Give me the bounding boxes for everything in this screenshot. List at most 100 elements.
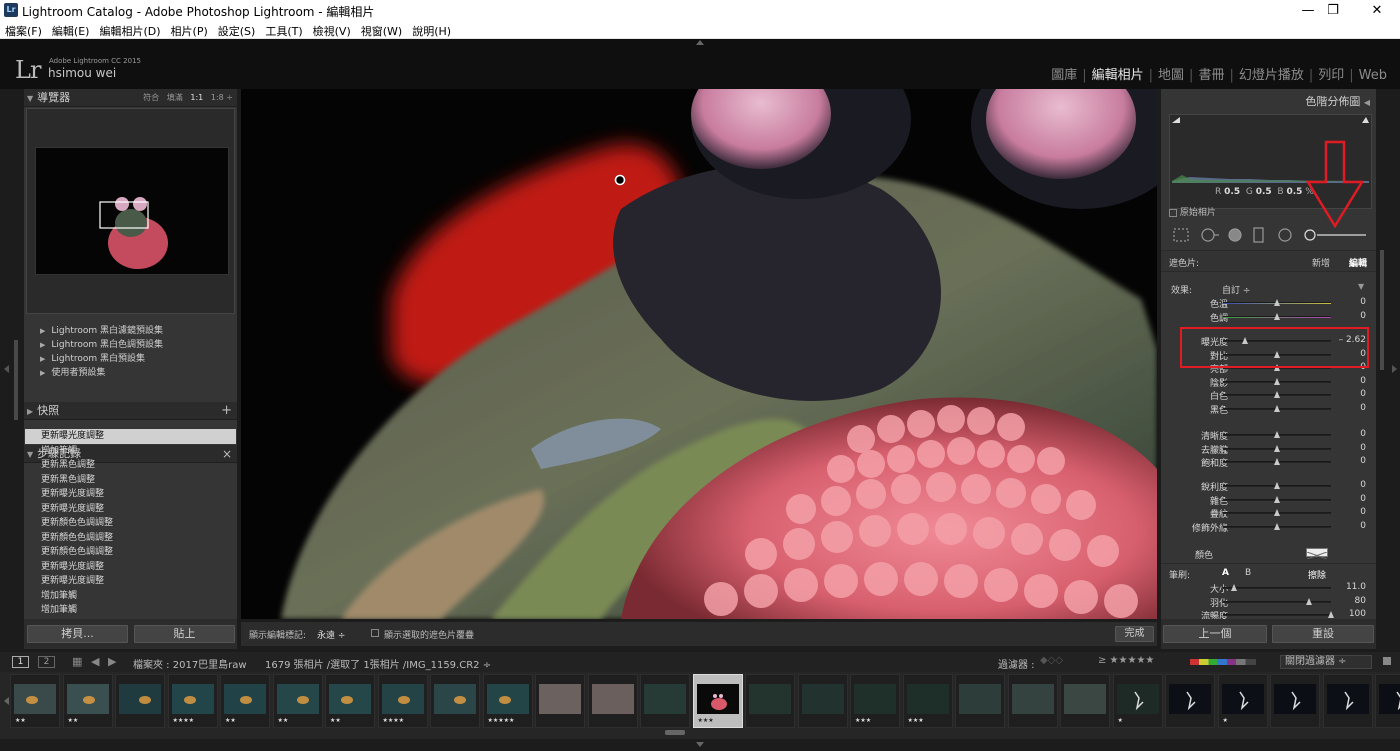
left-panel-grip[interactable]	[14, 340, 18, 420]
filmstrip-thumbnail[interactable]	[745, 674, 795, 728]
filmstrip-thumbnail[interactable]	[1375, 674, 1400, 728]
snapshots-header[interactable]: ▶ 快照 +	[24, 402, 237, 420]
history-item[interactable]: 增加筆觸	[25, 589, 236, 604]
slider-row[interactable]: 雜色 0	[1161, 493, 1376, 507]
preset-folder[interactable]: ▶ 使用者預設集	[24, 366, 237, 380]
zoom-fit[interactable]: 符合	[143, 93, 159, 102]
filmstrip-thumbnail[interactable]	[535, 674, 585, 728]
filmstrip-thumbnail[interactable]	[955, 674, 1005, 728]
color-swatch[interactable]	[1306, 548, 1328, 560]
slider-value[interactable]: 0	[1360, 311, 1366, 321]
filmstrip-thumbnail[interactable]: ★★	[10, 674, 60, 728]
history-item[interactable]: 更新曝光度調整	[25, 502, 236, 517]
zoom-1-1[interactable]: 1:1	[190, 93, 203, 102]
history-item[interactable]: 更新顏色色調調整	[25, 516, 236, 531]
filmstrip-thumbnail[interactable]	[1322, 674, 1373, 728]
slider-row[interactable]: 黑色 0	[1161, 402, 1376, 416]
maximize-button[interactable]: ❐	[1310, 0, 1356, 21]
filmstrip-thumbnail[interactable]: ★★★★	[377, 674, 428, 728]
module-print[interactable]: 列印	[1313, 68, 1349, 83]
history-item[interactable]: 更新曝光度調整	[25, 487, 236, 502]
monitor-1-button[interactable]: 1	[12, 656, 29, 668]
slider-thumb[interactable]	[1328, 611, 1334, 618]
histogram-header[interactable]: 色階分佈圖 ◀	[1305, 93, 1370, 109]
graduated-filter-icon[interactable]	[1251, 226, 1267, 244]
slider-thumb[interactable]	[1274, 522, 1280, 530]
slider-track[interactable]	[1223, 614, 1331, 616]
grid-view-icon[interactable]: ▦	[72, 655, 82, 668]
navigator-thumbnail[interactable]	[35, 147, 229, 275]
menu-settings[interactable]: 設定(S)	[213, 21, 261, 39]
menu-photo[interactable]: 相片(P)	[166, 21, 213, 39]
crop-tool-icon[interactable]	[1170, 226, 1190, 244]
filmstrip-thumbnail[interactable]: ★	[1217, 674, 1268, 728]
slider-value[interactable]: 0	[1360, 376, 1366, 386]
zoom-custom[interactable]: 1:8 ÷	[211, 93, 233, 102]
checkbox-icon[interactable]	[1169, 208, 1177, 217]
spot-removal-icon[interactable]	[1199, 226, 1221, 244]
filmstrip-thumbnail[interactable]	[640, 674, 690, 728]
slider-value[interactable]: 0	[1360, 297, 1366, 307]
history-item[interactable]: 增加筆觸	[25, 603, 236, 618]
flag-filter-icon[interactable]: ◆◇◇	[1040, 655, 1063, 666]
slider-value[interactable]: 0	[1360, 521, 1366, 531]
slider-thumb[interactable]	[1274, 431, 1280, 438]
slider-thumb[interactable]	[1274, 391, 1280, 398]
history-item[interactable]: 更新曝光度調整	[25, 574, 236, 589]
slider-thumb[interactable]	[1274, 495, 1280, 503]
slider-value[interactable]: 80	[1355, 596, 1366, 606]
history-item[interactable]: 更新黑色調整	[25, 473, 236, 488]
slider-track[interactable]	[1223, 600, 1331, 603]
slider-thumb[interactable]	[1274, 444, 1280, 452]
show-original-toggle[interactable]: 原始相片	[1169, 205, 1216, 218]
filmstrip-thumbnail[interactable]	[1270, 674, 1320, 728]
slider-row[interactable]: 陰影 0	[1161, 375, 1376, 389]
slider-thumb[interactable]	[1230, 584, 1237, 591]
slider-value[interactable]: 0	[1360, 403, 1366, 413]
star-filter[interactable]: ≥ ★★★★★	[1098, 655, 1154, 666]
red-eye-icon[interactable]	[1226, 226, 1244, 244]
filmstrip-thumbnail[interactable]	[1007, 674, 1058, 728]
paste-settings-button[interactable]: 貼上	[134, 625, 235, 643]
brush-a-button[interactable]: A	[1222, 568, 1229, 578]
slider-thumb[interactable]	[1274, 509, 1280, 516]
filmstrip-thumbnail[interactable]: ★★	[220, 674, 270, 728]
menu-file[interactable]: 檔案(F)	[0, 21, 47, 39]
filter-lock-icon[interactable]	[1383, 657, 1391, 665]
slider-row[interactable]: 去朦朧 0	[1161, 442, 1376, 456]
slider-value[interactable]: 0	[1360, 389, 1366, 399]
slider-value[interactable]: 11.0	[1346, 582, 1366, 592]
slider-thumb[interactable]	[1274, 458, 1280, 465]
preset-folder[interactable]: ▶ Lightroom 黑白色調預設集	[24, 338, 237, 352]
color-label-filter[interactable]	[1190, 659, 1256, 665]
bottom-panel-toggle-icon[interactable]	[696, 742, 704, 747]
copy-settings-button[interactable]: 拷貝...	[27, 625, 128, 643]
filmstrip-thumbnail[interactable]: ★	[1112, 674, 1163, 728]
slider-thumb[interactable]	[1274, 377, 1280, 385]
preset-folder[interactable]: ▶ Lightroom 黑白預設集	[24, 352, 237, 366]
preset-folder[interactable]: ▶ Lightroom 黑白濾鏡預設集	[24, 324, 237, 338]
filmstrip-thumbnail[interactable]	[797, 674, 848, 728]
mask-overlay-checkbox[interactable]	[371, 629, 379, 637]
brush-slider-row[interactable]: 羽化 80	[1161, 595, 1376, 609]
right-panel-toggle-icon[interactable]	[1392, 365, 1397, 373]
mask-edit-button[interactable]: 編輯	[1349, 256, 1367, 269]
history-item[interactable]: 更新顏色色調調整	[25, 545, 236, 560]
filmstrip-thumbnail[interactable]	[1060, 674, 1110, 728]
filmstrip-thumbnail[interactable]: ★★★	[850, 674, 900, 728]
filmstrip-thumbnail[interactable]: ★★	[272, 674, 323, 728]
menu-view[interactable]: 檢視(V)	[308, 21, 356, 39]
history-item[interactable]: 更新曝光度調整	[25, 560, 236, 575]
effect-dropdown[interactable]: 自訂 ÷	[1222, 283, 1250, 296]
slider-row[interactable]: 色調 0	[1161, 310, 1376, 324]
navigator-preview[interactable]	[26, 108, 235, 314]
slider-row[interactable]: 銳利度 0	[1161, 479, 1376, 493]
module-map[interactable]: 地圖	[1153, 68, 1189, 83]
slider-row[interactable]: 疊紋 0	[1161, 506, 1376, 520]
navigator-header[interactable]: ▼ 導覽器 符合 填滿 1:1 1:8 ÷	[24, 89, 237, 107]
slider-row[interactable]: 色溫 0	[1161, 296, 1376, 310]
slider-value[interactable]: 0	[1360, 443, 1366, 453]
back-arrow-icon[interactable]: ◀	[91, 655, 99, 668]
slider-row[interactable]: 白色 0	[1161, 388, 1376, 402]
previous-button[interactable]: 上一個	[1163, 625, 1267, 643]
